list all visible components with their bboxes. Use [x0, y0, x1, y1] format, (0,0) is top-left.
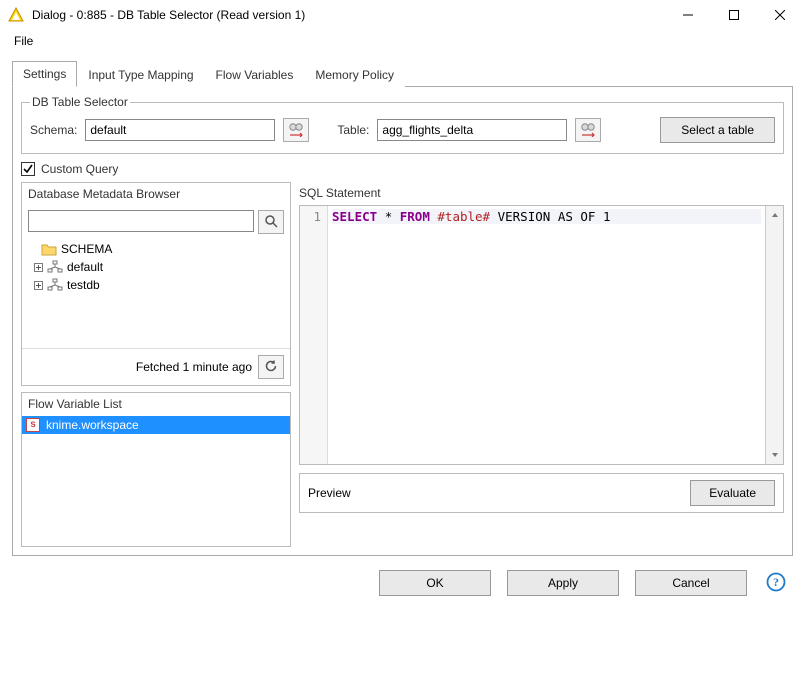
tab-flow-variables[interactable]: Flow Variables [205, 62, 305, 87]
select-a-table-button[interactable]: Select a table [660, 117, 775, 143]
metadata-search-button[interactable] [258, 210, 284, 234]
table-input[interactable] [377, 119, 567, 141]
preview-label: Preview [308, 486, 351, 500]
sql-editor[interactable]: 1 SELECT * FROM #table# VERSION AS OF 1 [299, 205, 784, 465]
fetched-status: Fetched 1 minute ago [136, 360, 252, 374]
table-variable-button[interactable] [575, 118, 601, 142]
line-number: 1 [300, 209, 321, 224]
help-button[interactable]: ? [763, 570, 789, 596]
db-table-selector-legend: DB Table Selector [30, 95, 130, 109]
close-button[interactable] [757, 0, 803, 30]
maximize-button[interactable] [711, 0, 757, 30]
tree-item-label: testdb [67, 278, 100, 292]
custom-query-label: Custom Query [41, 162, 118, 176]
schema-icon [47, 278, 63, 292]
schema-input[interactable] [85, 119, 275, 141]
tree-item[interactable]: testdb [28, 276, 284, 294]
custom-query-row: Custom Query [21, 162, 784, 176]
evaluate-button[interactable]: Evaluate [690, 480, 775, 506]
sql-token-from: FROM [400, 209, 430, 224]
schema-label: Schema: [30, 123, 77, 137]
metadata-browser-panel: Database Metadata Browser [21, 182, 291, 386]
flow-variable-item-label: knime.workspace [46, 418, 139, 432]
sql-vertical-scrollbar[interactable] [765, 206, 783, 464]
metadata-browser-title: Database Metadata Browser [22, 183, 290, 206]
sql-statement-title: SQL Statement [299, 182, 784, 205]
tab-settings[interactable]: Settings [12, 61, 77, 87]
tree-item[interactable]: default [28, 258, 284, 276]
flow-variable-title: Flow Variable List [22, 393, 290, 416]
table-label: Table: [337, 123, 369, 137]
help-icon: ? [766, 572, 786, 595]
sql-token-star: * [385, 209, 393, 224]
flow-variable-item[interactable]: s knime.workspace [22, 416, 290, 434]
db-table-selector-group: DB Table Selector Schema: Table: [21, 95, 784, 154]
sql-token-table: #table# [437, 209, 490, 224]
scroll-down-icon[interactable] [766, 446, 783, 464]
preview-bar: Preview Evaluate [299, 473, 784, 513]
sql-token-select: SELECT [332, 209, 377, 224]
schema-variable-button[interactable] [283, 118, 309, 142]
tab-memory-policy[interactable]: Memory Policy [304, 62, 405, 87]
menubar: File [0, 30, 805, 54]
app-icon [8, 7, 24, 23]
sql-gutter: 1 [300, 206, 328, 464]
tab-input-type-mapping[interactable]: Input Type Mapping [77, 62, 204, 87]
folder-icon [41, 242, 57, 256]
ok-button[interactable]: OK [379, 570, 491, 596]
expand-icon[interactable] [34, 263, 43, 272]
schema-icon [47, 260, 63, 274]
sql-code[interactable]: SELECT * FROM #table# VERSION AS OF 1 [328, 206, 765, 464]
scroll-up-icon[interactable] [766, 206, 783, 224]
search-icon [264, 214, 278, 231]
svg-text:?: ? [773, 575, 779, 589]
string-variable-icon: s [26, 418, 40, 432]
tab-strip: Settings Input Type Mapping Flow Variabl… [12, 60, 793, 87]
sql-token-tail: VERSION AS OF 1 [498, 209, 611, 224]
tree-root-label: SCHEMA [61, 242, 112, 256]
refresh-metadata-button[interactable] [258, 355, 284, 379]
refresh-icon [264, 359, 278, 376]
flow-variable-list[interactable]: s knime.workspace [22, 416, 290, 546]
custom-query-checkbox[interactable] [21, 162, 35, 176]
tab-panel-settings: DB Table Selector Schema: Table: [12, 87, 793, 556]
metadata-search-input[interactable] [28, 210, 254, 232]
dialog-buttons: OK Apply Cancel ? [0, 556, 805, 608]
tree-item-label: default [67, 260, 103, 274]
expand-icon[interactable] [34, 281, 43, 290]
apply-button[interactable]: Apply [507, 570, 619, 596]
minimize-button[interactable] [665, 0, 711, 30]
tree-root[interactable]: SCHEMA [28, 240, 284, 258]
sql-statement-panel: SQL Statement 1 SELECT * FROM #table# VE… [299, 182, 784, 465]
titlebar: Dialog - 0:885 - DB Table Selector (Read… [0, 0, 805, 30]
cancel-button[interactable]: Cancel [635, 570, 747, 596]
window-title: Dialog - 0:885 - DB Table Selector (Read… [32, 8, 665, 22]
menu-file[interactable]: File [8, 32, 39, 50]
schema-tree[interactable]: SCHEMA default [22, 238, 290, 348]
flow-variable-panel: Flow Variable List s knime.workspace [21, 392, 291, 547]
